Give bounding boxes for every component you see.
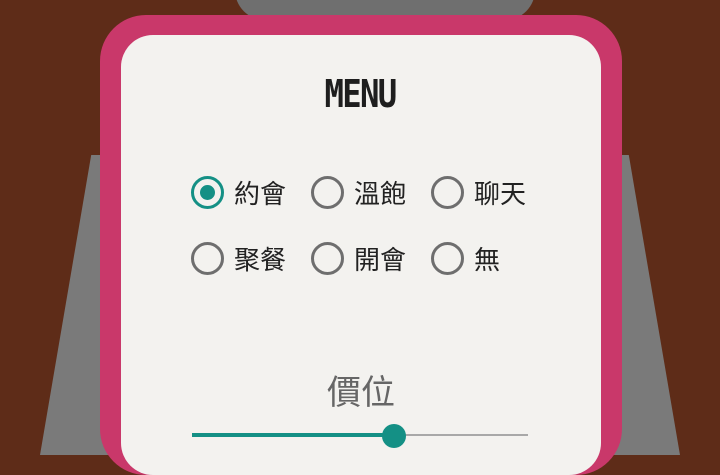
radio-option-gathering[interactable]: 聚餐 [191,236,311,280]
occasion-radio-group: 約會 溫飽 聊天 聚餐 開會 無 [191,170,551,302]
radio-option-label: 溫飽 [354,179,407,210]
radio-option-chat[interactable]: 聊天 [431,170,551,214]
menu-title: MENU [324,72,397,116]
radio-button-icon[interactable] [311,241,344,275]
radio-button-icon[interactable] [311,175,344,209]
radio-button-icon[interactable] [431,175,464,209]
radio-option-label: 無 [474,245,501,276]
radio-option-dating[interactable]: 約會 [191,170,311,214]
radio-option-label: 聚餐 [234,245,287,276]
radio-button-icon[interactable] [191,241,224,275]
radio-option-label: 約會 [234,179,287,210]
radio-option-label: 聊天 [474,179,527,210]
price-label: 價位 [327,373,395,413]
radio-button-icon[interactable] [431,241,464,275]
radio-option-full-meal[interactable]: 溫飽 [311,170,431,214]
radio-row: 聚餐 開會 無 [191,236,551,302]
price-slider[interactable] [192,424,528,448]
radio-row: 約會 溫飽 聊天 [191,170,551,236]
radio-option-meeting[interactable]: 開會 [311,236,431,280]
radio-button-icon[interactable] [191,175,224,209]
slider-thumb[interactable] [381,424,406,448]
radio-option-none[interactable]: 無 [431,236,551,280]
slider-fill [192,433,394,437]
radio-option-label: 開會 [354,245,407,276]
